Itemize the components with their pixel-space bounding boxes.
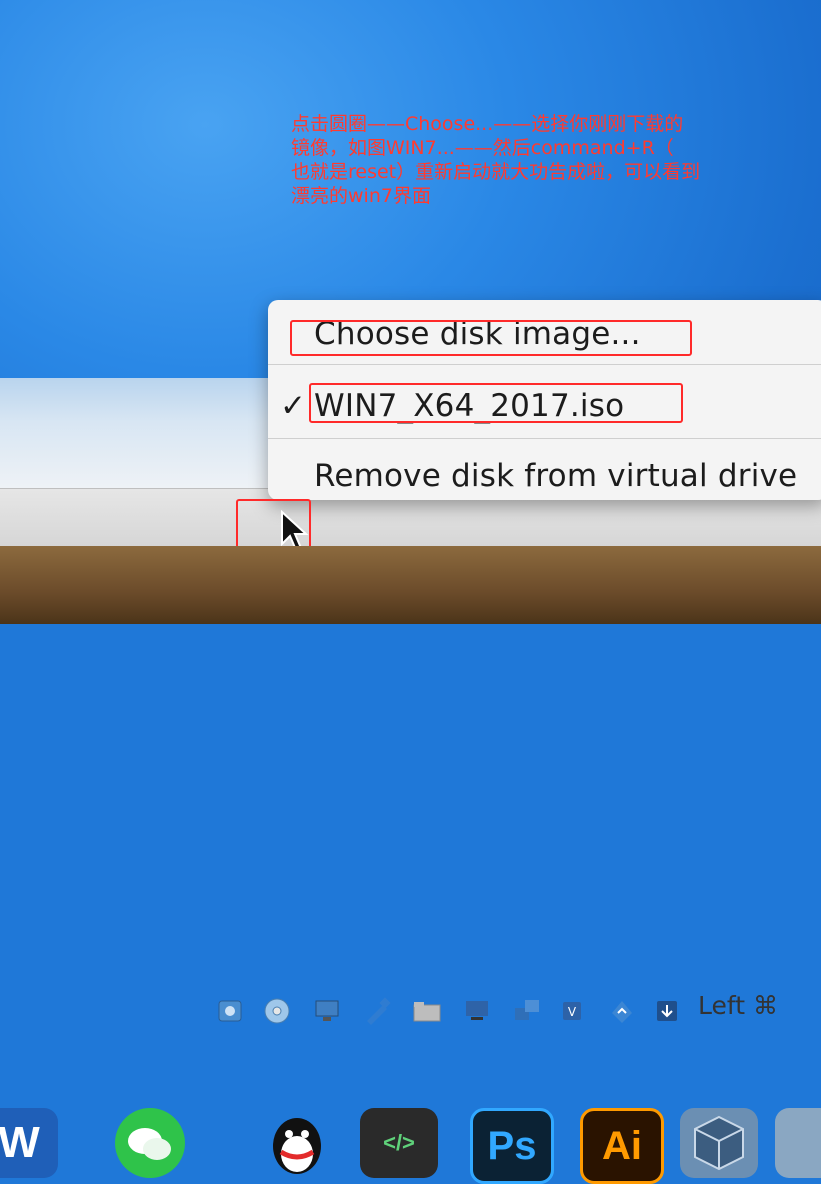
mac-dock: W </> Ps Ai [0,546,821,1184]
display-icon[interactable] [312,997,342,1025]
annotation-highlight-iso [309,383,683,423]
hard-disk-icon[interactable] [215,997,245,1025]
virtualbox-cube-icon [694,1115,744,1171]
dock-app-photoshop[interactable]: Ps [470,1108,554,1184]
shared-folder-icon[interactable] [412,997,442,1025]
remove-disk-item[interactable]: Remove disk from virtual drive [314,458,797,494]
dock-app-word[interactable]: W [0,1108,58,1178]
usb-icon[interactable] [362,997,392,1025]
dock-app-word-label: W [0,1118,40,1167]
dock-app-code-label: </> [383,1130,415,1155]
screen-icon[interactable] [462,997,492,1025]
dock-app-code-editor[interactable]: </> [360,1108,438,1178]
annotation-text: 点击圆圈——Choose...——选择你刚刚下载的 镜像，如图WIN7...——… [291,112,806,208]
svg-text:V: V [568,1005,577,1019]
keyboard-icon[interactable] [652,997,682,1025]
dock-app-qq[interactable] [258,1108,336,1178]
menu-separator [268,364,821,365]
windows-taskbar [0,378,300,488]
annotation-line-3: 也就是reset）重新启动就大功告成啦，可以看到 [291,161,701,183]
cpu-icon[interactable]: V [557,997,587,1025]
dock-app-illustrator[interactable]: Ai [580,1108,664,1184]
annotation-line-1: 点击圆圈——Choose...——选择你刚刚下载的 [291,113,684,135]
host-key-label: Left ⌘ [698,991,778,1020]
annotation-line-2: 镜像，如图WIN7...——然后command+R（ [291,137,674,159]
dock-app-photoshop-label: Ps [487,1123,537,1168]
checkmark-icon: ✓ [280,388,306,424]
dock-app-virtualbox[interactable] [680,1108,758,1178]
menu-separator [268,438,821,439]
mouse-integration-icon[interactable] [607,997,637,1025]
optical-disk-icon[interactable] [262,997,292,1025]
annotation-highlight-choose [290,320,692,356]
qq-penguin-icon [273,1118,321,1174]
dock-app-finder[interactable] [775,1108,821,1178]
dock-app-illustrator-label: Ai [602,1123,642,1168]
wechat-icon [128,1128,171,1160]
dock-app-wechat[interactable] [115,1108,185,1178]
network-icon[interactable] [512,997,542,1025]
annotation-line-4: 漂亮的win7界面 [291,185,431,207]
